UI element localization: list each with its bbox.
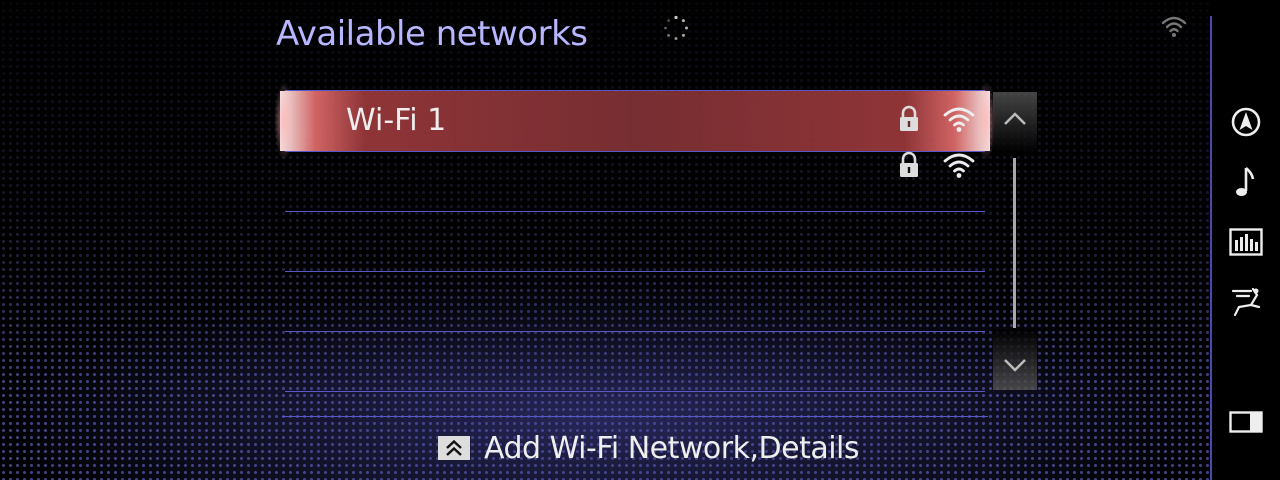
network-row-2[interactable]	[280, 151, 990, 212]
network-name: Wi-Fi 1	[346, 103, 447, 138]
chevron-double-up-icon	[438, 436, 470, 460]
music-button[interactable]	[1226, 162, 1266, 202]
wifi-signal-icon	[943, 153, 975, 178]
navigation-button[interactable]	[1226, 102, 1266, 142]
scroll-up-button[interactable]	[993, 92, 1037, 152]
music-note-icon	[1236, 167, 1255, 196]
add-wifi-network-label: Add Wi-Fi Network,Details	[484, 430, 860, 466]
scrollbar-thumb[interactable]	[1013, 158, 1016, 328]
screen-split-button[interactable]	[1226, 402, 1266, 442]
network-list: Wi-Fi 1	[274, 60, 996, 396]
page-title: Available networks	[276, 14, 588, 54]
climate-seat-icon	[1231, 287, 1261, 317]
navigation-icon	[1231, 107, 1261, 137]
climate-button[interactable]	[1226, 282, 1266, 322]
add-wifi-network-button[interactable]: Add Wi-Fi Network,Details	[438, 428, 860, 468]
row-divider	[285, 391, 985, 392]
audio-bars-icon	[1229, 228, 1263, 256]
lock-icon	[900, 105, 918, 131]
network-row-5[interactable]	[280, 332, 990, 390]
loading-spinner-icon	[664, 15, 688, 40]
network-row-1[interactable]: Wi-Fi 1	[274, 81, 996, 161]
wifi-status-icon	[1161, 16, 1187, 37]
wifi-signal-icon	[943, 107, 975, 132]
row-glow	[274, 81, 294, 161]
footer-divider	[282, 416, 988, 417]
network-row-4[interactable]	[280, 272, 990, 330]
scroll-down-button[interactable]	[993, 330, 1037, 390]
network-row-3[interactable]	[280, 212, 990, 270]
sidebar-border	[1210, 16, 1212, 480]
screen-split-icon	[1229, 411, 1263, 433]
audio-button[interactable]	[1226, 222, 1266, 262]
lock-icon	[900, 151, 918, 177]
